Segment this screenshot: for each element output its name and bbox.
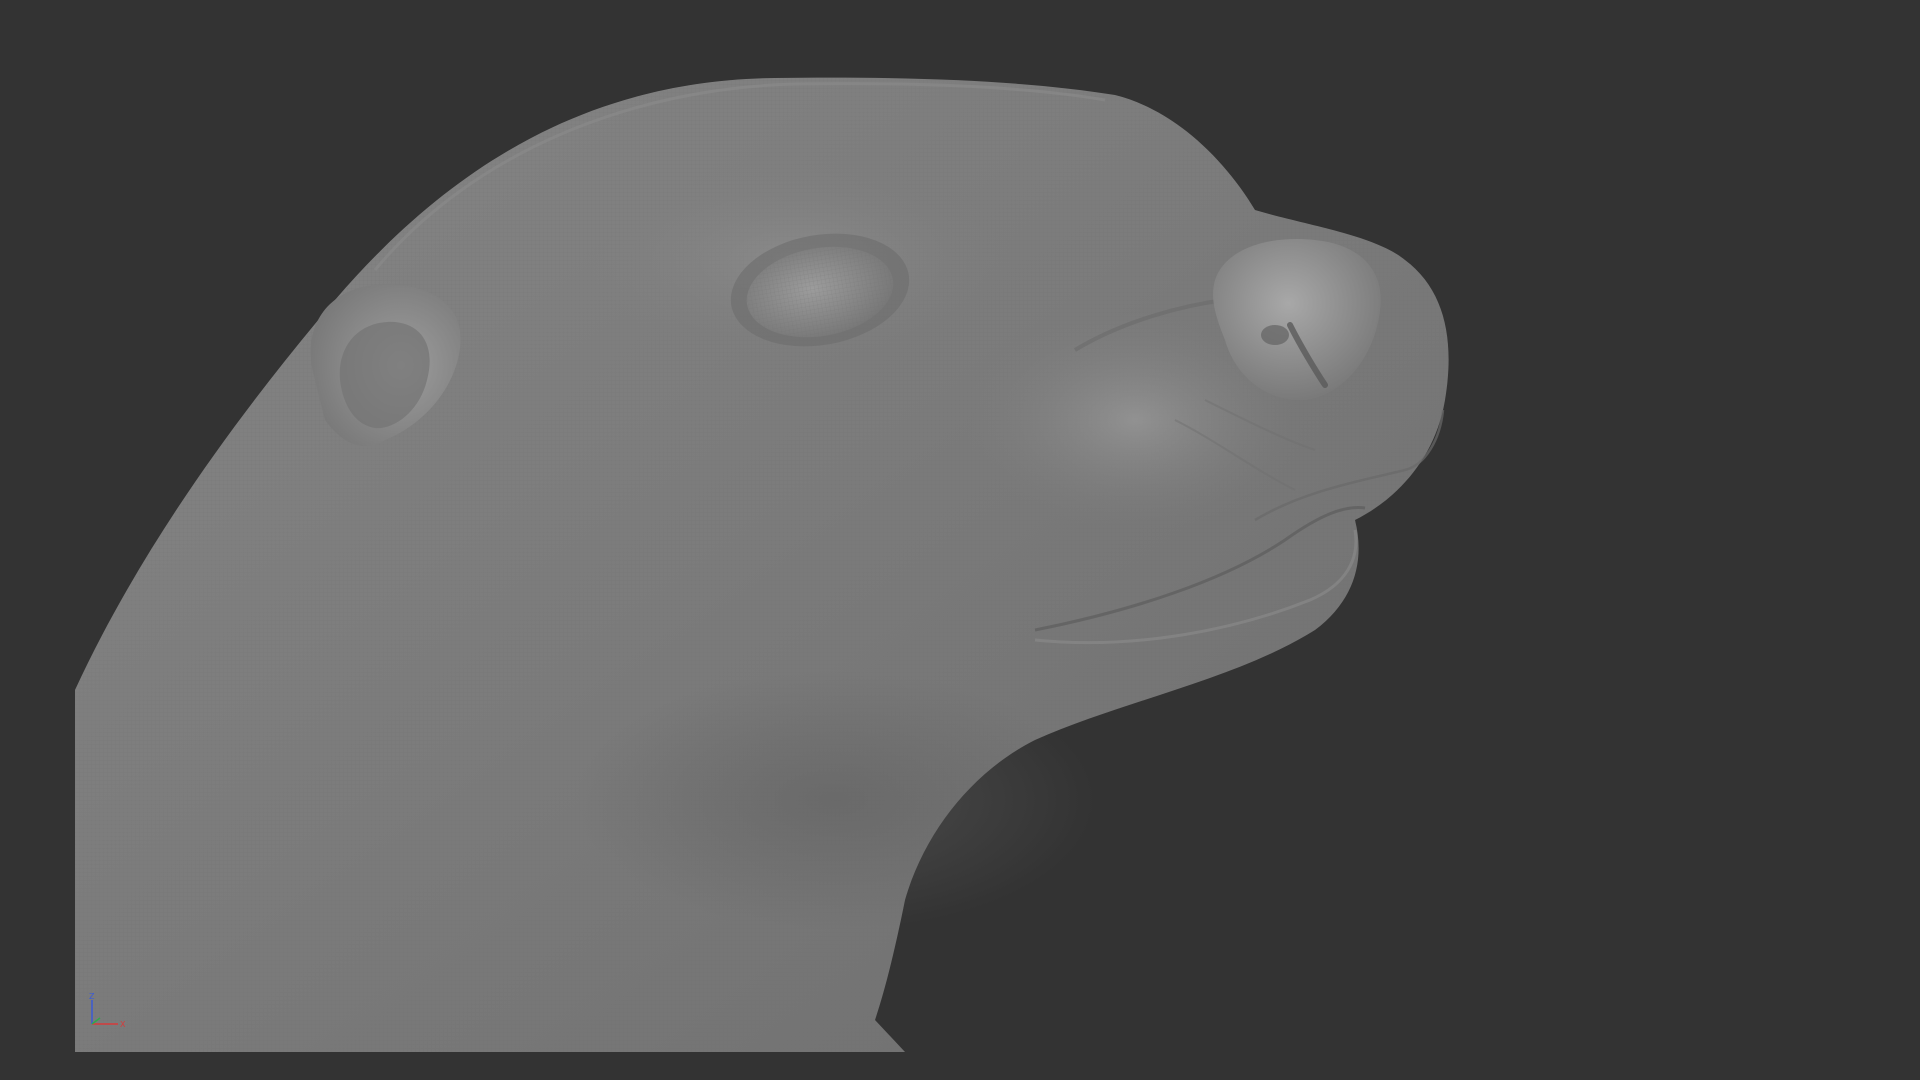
y-axis-line	[91, 1017, 101, 1025]
neck-shadow	[575, 670, 1095, 930]
3d-viewport[interactable]: Z X	[0, 0, 1920, 1080]
viewport-canvas[interactable]	[75, 0, 1920, 1052]
axis-gizmo: Z X	[82, 990, 132, 1030]
x-axis-label: X	[120, 1020, 126, 1029]
z-axis-label: Z	[89, 992, 95, 1001]
otter-mesh-render	[75, 77, 1449, 1052]
